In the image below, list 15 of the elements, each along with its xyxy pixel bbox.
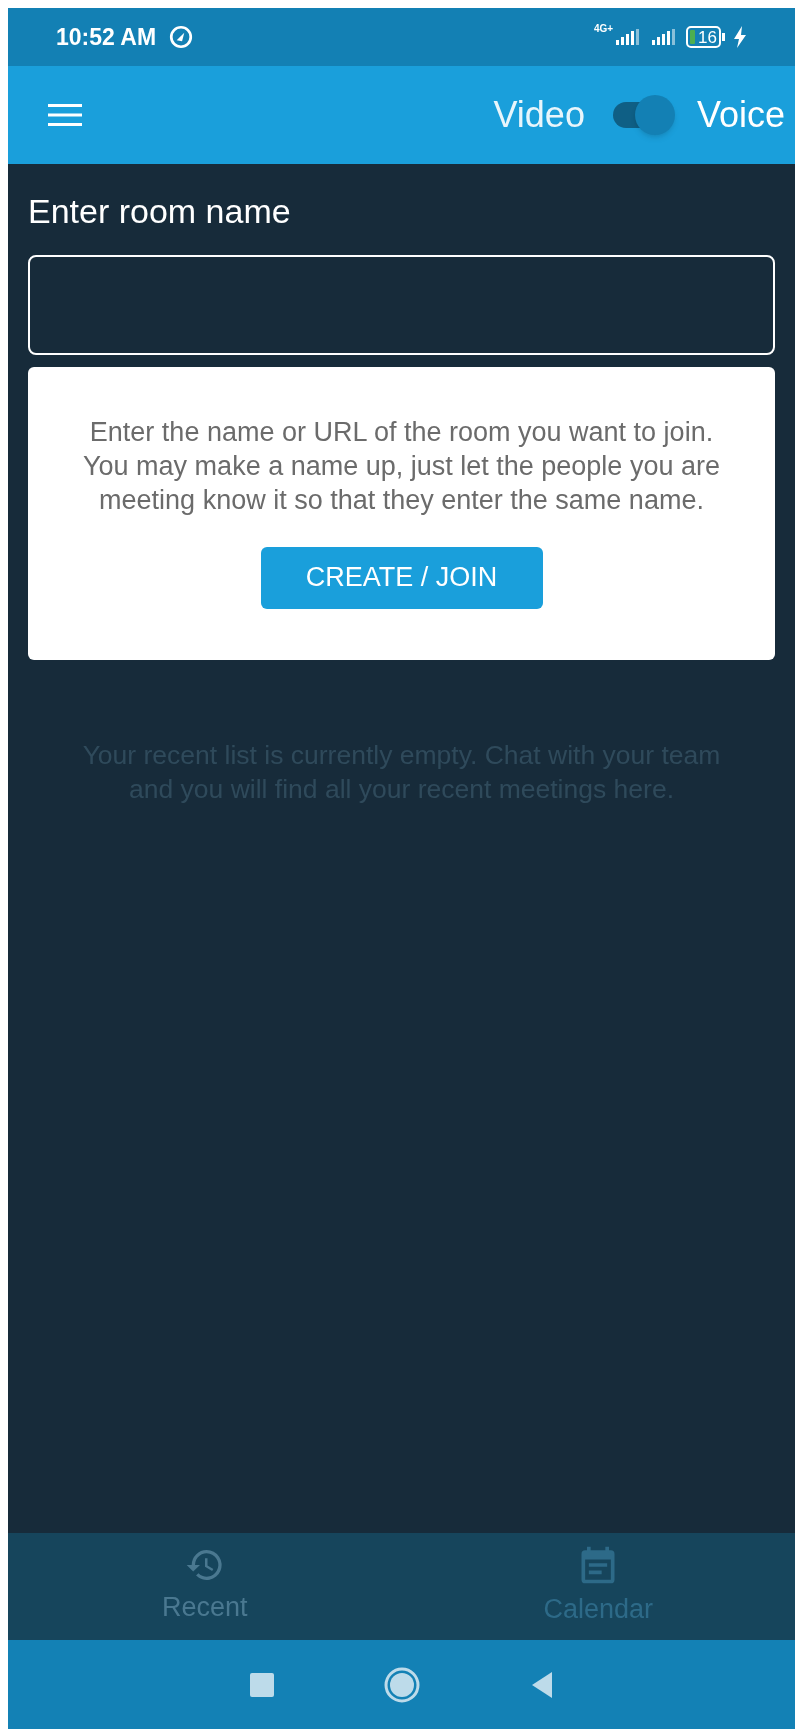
signal-icon	[650, 29, 677, 45]
create-join-button[interactable]: CREATE / JOIN	[260, 546, 543, 609]
status-time: 10:52 AM	[56, 22, 157, 52]
network-type: 4G+	[593, 24, 614, 34]
home-icon[interactable]	[383, 1666, 420, 1703]
room-title: Enter room name	[28, 191, 292, 232]
charging-icon	[733, 26, 747, 48]
location-icon	[168, 24, 195, 50]
voice-label: Voice	[696, 93, 785, 137]
recents-icon[interactable]	[249, 1672, 274, 1697]
menu-icon[interactable]	[48, 103, 82, 127]
hint-text: Enter the name or URL of the room you want to join. You may make a name up, just let the people you are meeting know it so that they enter the same name.	[82, 415, 721, 517]
video-label: Video	[493, 93, 585, 137]
room-name-field[interactable]	[28, 254, 775, 355]
signal-icon	[614, 29, 641, 45]
